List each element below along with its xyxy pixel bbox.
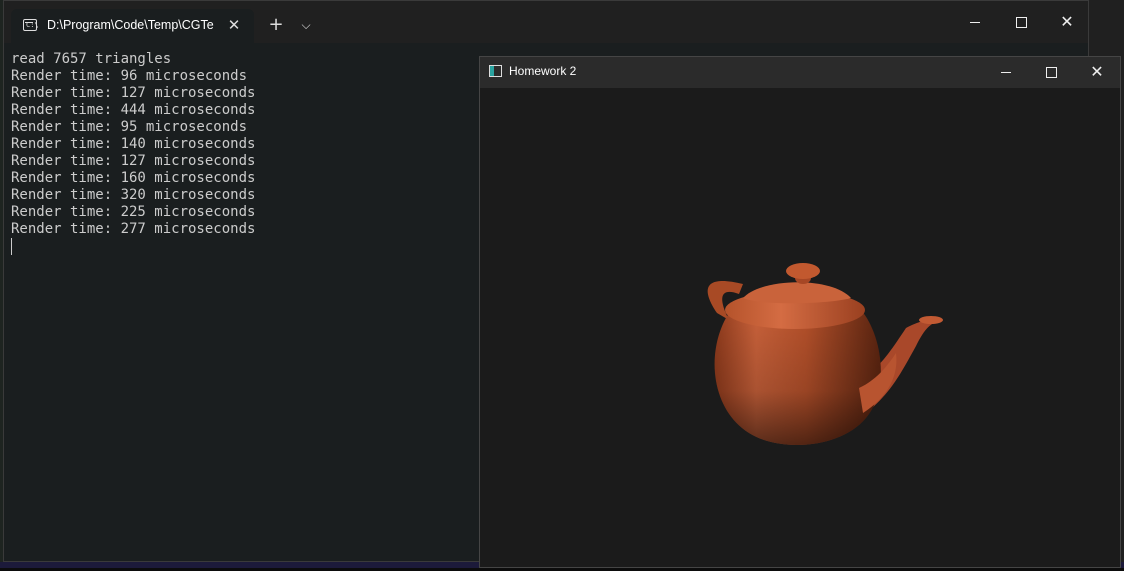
minimize-button[interactable]: [983, 59, 1029, 85]
teapot-render: [707, 263, 943, 445]
terminal-line: Render time: 160 microseconds: [11, 170, 256, 186]
terminal-line: read 7657 triangles: [11, 51, 172, 67]
terminal-line: Render time: 127 microseconds: [11, 85, 256, 101]
close-button[interactable]: ✕: [1074, 59, 1120, 85]
teapot-knob: [786, 263, 820, 279]
minimize-icon: [1001, 71, 1011, 73]
terminal-line: Render time: 277 microseconds: [11, 221, 256, 237]
gl-titlebar[interactable]: Homework 2 ✕: [480, 57, 1120, 88]
plus-icon[interactable]: +: [266, 15, 286, 35]
maximize-icon: [1015, 16, 1027, 28]
terminal-line: Render time: 225 microseconds: [11, 204, 256, 220]
app-icon: [489, 65, 502, 77]
homework-window[interactable]: Homework 2 ✕: [479, 56, 1121, 568]
minimize-button[interactable]: [952, 9, 998, 35]
spout-tip: [919, 316, 943, 324]
terminal-line: Render time: 140 microseconds: [11, 136, 256, 152]
render-viewport[interactable]: [481, 88, 1119, 567]
maximize-button[interactable]: [998, 9, 1044, 35]
minimize-icon: [970, 21, 980, 23]
terminal-output[interactable]: read 7657 triangles Render time: 96 micro…: [11, 51, 471, 551]
maximize-button[interactable]: [1028, 59, 1074, 85]
window-title: Homework 2: [509, 64, 577, 78]
terminal-titlebar[interactable]: C:\ D:\Program\Code\Temp\CGTe ✕ + ⌵ ✕: [4, 1, 1088, 43]
terminal-line: Render time: 127 microseconds: [11, 153, 256, 169]
close-button[interactable]: ✕: [1044, 9, 1090, 35]
terminal-tab[interactable]: C:\ D:\Program\Code\Temp\CGTe ✕: [11, 9, 254, 43]
command-prompt-icon: C:\: [23, 19, 39, 31]
close-icon[interactable]: ✕: [225, 16, 243, 34]
text-cursor: [11, 238, 12, 255]
terminal-line: Render time: 96 microseconds: [11, 68, 248, 84]
terminal-line: Render time: 444 microseconds: [11, 102, 256, 118]
teapot-body-shade: [714, 310, 881, 445]
chevron-down-icon[interactable]: ⌵: [297, 15, 315, 35]
maximize-icon: [1045, 66, 1057, 78]
tab-title: D:\Program\Code\Temp\CGTe: [47, 18, 214, 32]
terminal-line: Render time: 320 microseconds: [11, 187, 256, 203]
terminal-line: Render time: 95 microseconds: [11, 119, 248, 135]
teapot-lid-dome: [743, 282, 851, 304]
